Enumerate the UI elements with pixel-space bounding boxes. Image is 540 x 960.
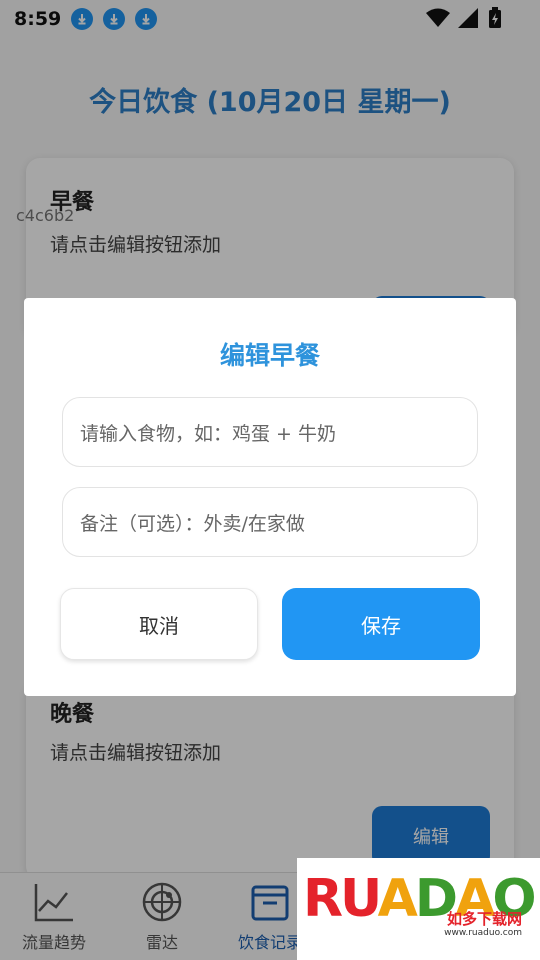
watermark: RUADAO 如多下载网 www.ruaduo.com	[297, 858, 540, 960]
dialog-title: 编辑早餐	[219, 341, 320, 370]
cancel-button[interactable]: 取消	[60, 588, 258, 660]
watermark-chinese: 如多下载网	[446, 910, 522, 928]
watermark-url: www.ruaduo.com	[444, 928, 522, 938]
food-input[interactable]: 请输入食物，如：鸡蛋 + 牛奶	[62, 397, 478, 467]
edit-breakfast-dialog: 编辑早餐 请输入食物，如：鸡蛋 + 牛奶 备注（可选）：外卖/在家做 取消 保存	[24, 298, 516, 696]
save-button[interactable]: 保存	[282, 588, 480, 660]
note-input[interactable]: 备注（可选）：外卖/在家做	[62, 487, 478, 557]
